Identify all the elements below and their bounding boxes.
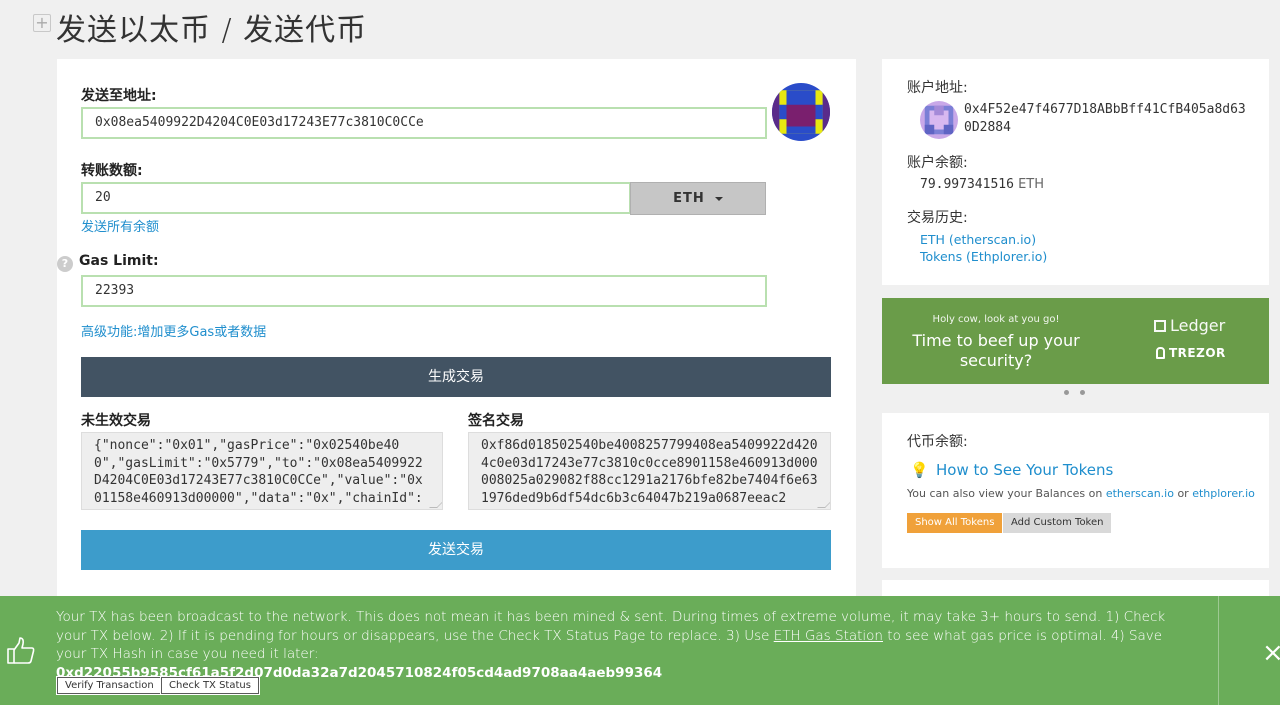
gas-limit-label: Gas Limit:: [79, 253, 159, 269]
how-to-see-tokens-link[interactable]: How to See Your Tokens: [936, 461, 1113, 479]
signed-tx-label: 签名交易: [468, 413, 524, 429]
help-icon[interactable]: ?: [57, 256, 73, 272]
expand-icon[interactable]: +: [33, 14, 51, 32]
unit-label: ETH: [673, 191, 705, 206]
generate-transaction-button[interactable]: 生成交易: [81, 357, 831, 397]
lock-icon: [1156, 347, 1165, 359]
page-title: 发送以太币 / 发送代币: [56, 13, 368, 48]
notification-divider: [1218, 596, 1219, 705]
trezor-logo: TREZOR: [1156, 346, 1226, 360]
etherscan-history-link[interactable]: ETH (etherscan.io): [920, 232, 1036, 247]
recipient-identicon: [772, 83, 830, 141]
ad-small-text: Holy cow, look at you go!: [932, 314, 1060, 325]
account-balance-label: 账户余额:: [907, 155, 968, 171]
ethplorer-link[interactable]: ethplorer.io: [1192, 487, 1255, 500]
signed-tx-value: 0xf86d018502540be4008257799408ea5409922d…: [481, 438, 818, 506]
send-transaction-button[interactable]: 发送交易: [81, 530, 831, 570]
account-address: 0x4F52e47f4677D18ABbBff41CfB405a8d630D28…: [964, 102, 1246, 135]
ethplorer-history-link[interactable]: Tokens (Ethplorer.io): [920, 249, 1047, 264]
unit-dropdown[interactable]: ETH: [630, 182, 766, 215]
hardware-wallet-ad[interactable]: Holy cow, look at you go! Time to beef u…: [882, 298, 1269, 384]
ledger-icon: [1154, 320, 1166, 332]
notification-bar: Your TX has been broadcast to the networ…: [0, 596, 1280, 705]
lightbulb-icon: 💡: [910, 461, 929, 479]
carousel-dot[interactable]: [1080, 390, 1085, 395]
balance-unit: ETH: [1018, 177, 1044, 192]
raw-tx-textarea[interactable]: {"nonce":"0x01","gasPrice":"0x02540be400…: [81, 432, 443, 510]
close-icon[interactable]: ×: [1262, 640, 1280, 666]
raw-tx-label: 未生效交易: [81, 413, 151, 429]
gas-station-link[interactable]: ETH Gas Station: [774, 628, 883, 644]
token-balances-panel: 代币余额: 💡 How to See Your Tokens You can a…: [882, 413, 1269, 568]
account-identicon: [920, 101, 958, 139]
check-tx-status-button[interactable]: Check TX Status: [160, 676, 260, 695]
raw-tx-value: {"nonce":"0x01","gasPrice":"0x02540be400…: [94, 438, 423, 509]
send-form-panel: 发送至地址: 0x08ea5409922D4204C0E03d17243E77c…: [57, 59, 856, 599]
amount-input[interactable]: 20: [81, 182, 631, 214]
gas-limit-input[interactable]: 22393: [81, 275, 767, 307]
view-balances-text: You can also view your Balances on ether…: [907, 487, 1255, 500]
resize-grip-icon[interactable]: [429, 500, 442, 508]
amount-label: 转账数额:: [81, 163, 143, 179]
signed-tx-textarea[interactable]: 0xf86d018502540be4008257799408ea5409922d…: [468, 432, 831, 510]
notification-text: Your TX has been broadcast to the networ…: [56, 609, 1166, 681]
show-all-tokens-button[interactable]: Show All Tokens: [907, 513, 1003, 533]
tx-history-label: 交易历史:: [907, 210, 968, 226]
account-info-panel: 账户地址: 0x4F52e47f4677D18ABbBff41CfB405a8d…: [882, 59, 1269, 285]
to-address-label: 发送至地址:: [81, 88, 157, 104]
ad-headline: Time to beef up your security?: [912, 331, 1080, 370]
add-custom-token-button[interactable]: Add Custom Token: [1003, 513, 1112, 533]
etherscan-link[interactable]: etherscan.io: [1106, 487, 1174, 500]
thumbs-up-icon: [6, 636, 36, 666]
caret-down-icon: [714, 196, 723, 201]
send-all-link[interactable]: 发送所有余额: [81, 216, 159, 235]
ledger-logo: Ledger: [1154, 316, 1225, 335]
to-address-input[interactable]: 0x08ea5409922D4204C0E03d17243E77c3810C0C…: [81, 107, 767, 139]
token-balance-label: 代币余额:: [907, 434, 968, 450]
account-address-label: 账户地址:: [907, 80, 968, 96]
carousel-dot[interactable]: [1064, 390, 1069, 395]
advanced-options-link[interactable]: 高级功能:增加更多Gas或者数据: [81, 321, 266, 340]
balance-value: 79.997341516: [920, 177, 1014, 192]
account-balance: 79.997341516 ETH: [920, 177, 1044, 192]
resize-grip-icon[interactable]: [817, 500, 830, 508]
verify-transaction-button[interactable]: Verify Transaction: [56, 676, 163, 695]
